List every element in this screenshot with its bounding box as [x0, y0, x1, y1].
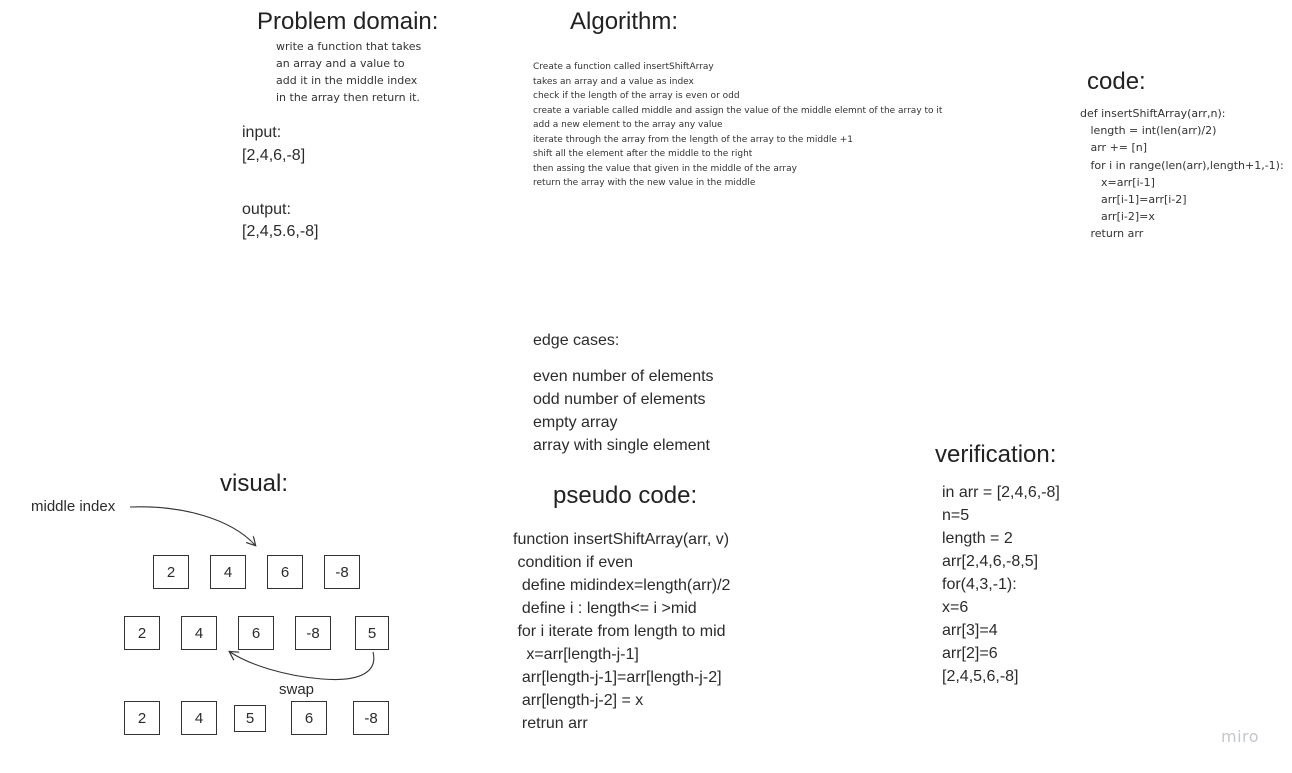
pseudo-code-title: pseudo code:	[553, 482, 698, 509]
verification-line: length = 2	[942, 530, 1013, 547]
pseudo-code-line: define i : length<= i >mid	[513, 600, 697, 617]
verification-block: in arr = [2,4,6,-8] n=5 length = 2 arr[2…	[942, 481, 1060, 688]
verification-line: for(4,3,-1):	[942, 576, 1017, 593]
pseudo-code-line: for i iterate from length to mid	[513, 623, 726, 640]
pseudo-code-line: arr[length-j-2] = x	[513, 692, 644, 709]
verification-line: arr[2,4,6,-8,5]	[942, 553, 1039, 570]
verification-line: [2,4,5,6,-8]	[942, 668, 1019, 685]
pseudo-code-line: define midindex=length(arr)/2	[513, 577, 731, 594]
verification-line: in arr = [2,4,6,-8]	[942, 484, 1060, 501]
verification-line: arr[2]=6	[942, 645, 998, 662]
pseudo-code-line: x=arr[length-j-1]	[513, 646, 639, 663]
verification-title: verification:	[935, 441, 1057, 468]
pseudo-code-line: arr[length-j-1]=arr[length-j-2]	[513, 669, 722, 686]
miro-watermark-logo: miro	[1221, 727, 1260, 746]
verification-line: n=5	[942, 507, 970, 524]
pseudo-code-line: retrun arr	[513, 715, 588, 732]
swap-arrow	[230, 652, 375, 681]
pseudo-code-line: function insertShiftArray(arr, v)	[513, 531, 730, 548]
verification-line: x=6	[942, 599, 969, 616]
pseudo-code-block: function insertShiftArray(arr, v) condit…	[513, 528, 730, 735]
pseudo-code-line: condition if even	[513, 554, 634, 571]
middle-index-arrow	[129, 506, 255, 545]
verification-line: arr[3]=4	[942, 622, 998, 639]
